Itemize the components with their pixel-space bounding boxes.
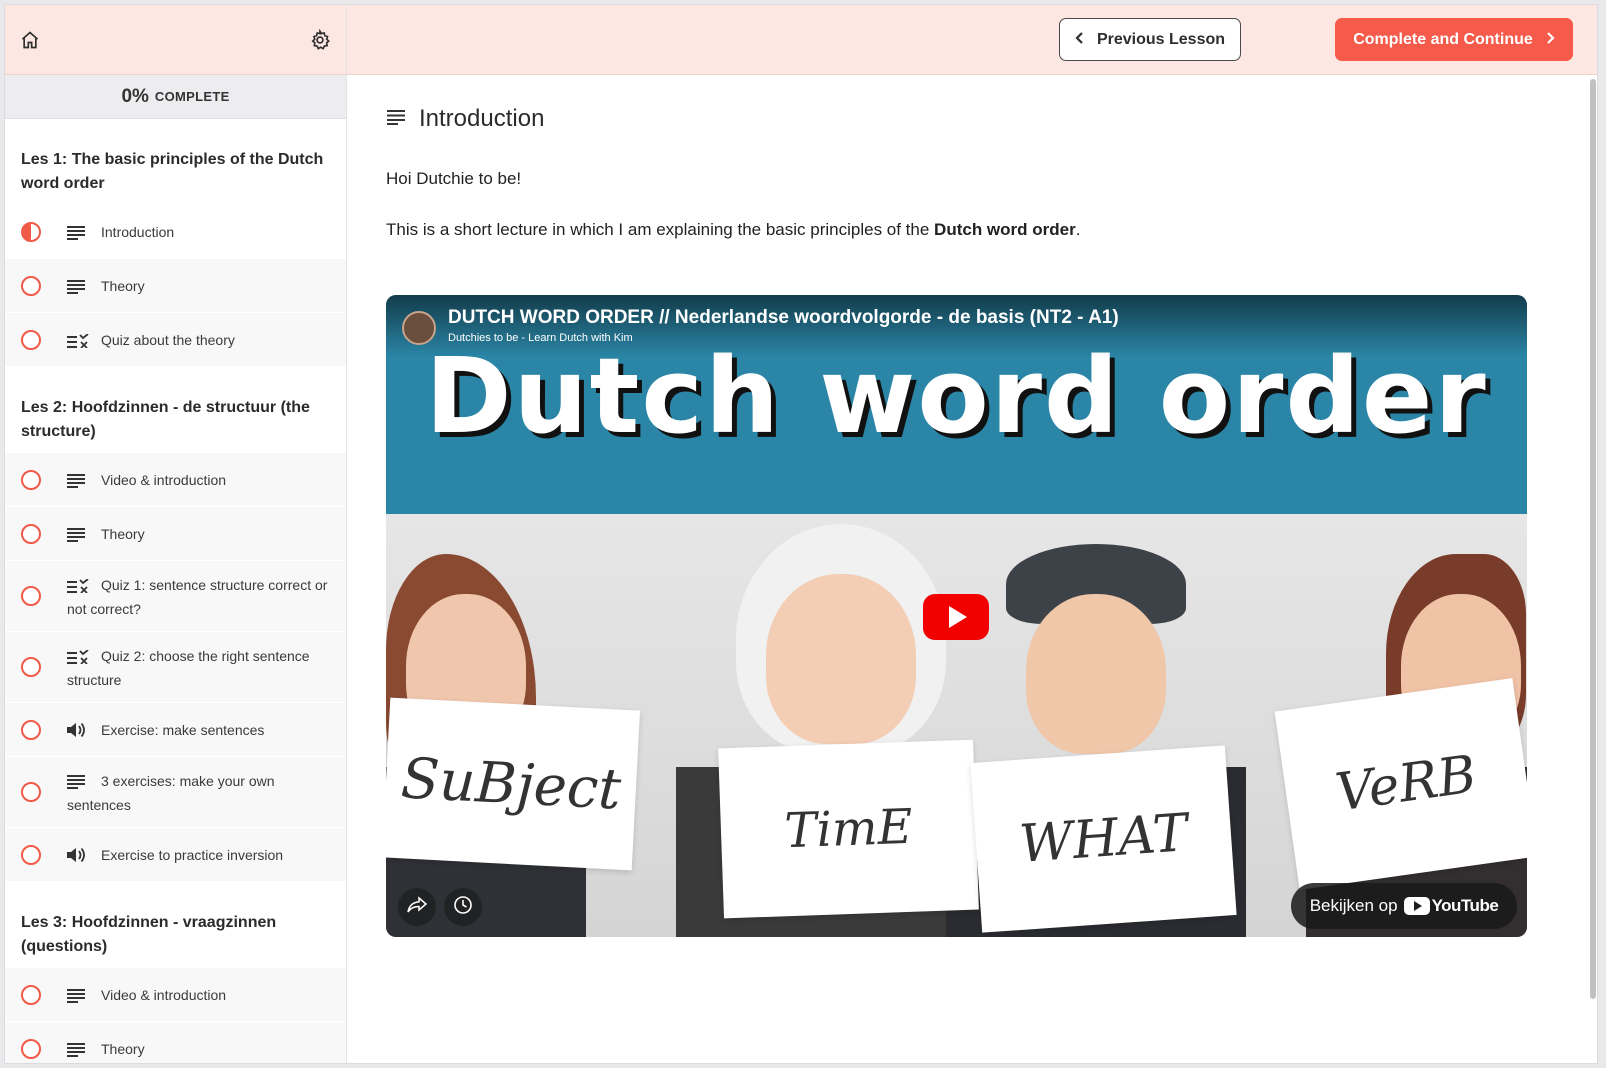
lesson-item-video-introduction[interactable]: Video & introduction [5, 453, 346, 507]
lesson-topbar: Previous Lesson Complete and Continue [347, 5, 1597, 75]
lesson-description: This is a short lecture in which I am ex… [386, 220, 1080, 240]
lesson-item-quiz-1[interactable]: Quiz 1: sentence structure correct or no… [5, 561, 346, 632]
lesson-label: Theory [101, 278, 145, 294]
youtube-play-icon [1403, 897, 1430, 915]
sign-subject: SuBject [386, 697, 641, 871]
lesson-label: 3 exercises: make your own sentences [67, 773, 275, 813]
youtube-brand-text: YouTube [1431, 896, 1499, 915]
description-bold: Dutch word order [934, 220, 1076, 239]
progress-circle-icon [21, 469, 41, 490]
speaker-icon [67, 721, 91, 738]
youtube-video-embed[interactable]: Dutch word order DUTCH WORD ORDER // Ned… [386, 295, 1527, 937]
lesson-item-theory[interactable]: Theory [5, 259, 346, 313]
sign-what: WHAT [970, 745, 1237, 933]
progress-circle-icon [21, 1038, 41, 1059]
lesson-label: Introduction [101, 224, 175, 240]
lesson-label: Exercise to practice inversion [101, 847, 284, 863]
previous-lesson-label: Previous Lesson [1096, 30, 1226, 48]
app-frame: 0% COMPLETE Les 1: The basic principles … [4, 4, 1598, 1064]
progress-circle-icon [21, 221, 41, 242]
watch-on-youtube-button[interactable]: Bekijken op YouTube [1291, 883, 1517, 929]
chevron-left-icon [1075, 31, 1085, 49]
sidebar-header [5, 5, 346, 75]
page-scrollbar[interactable] [1590, 79, 1596, 999]
text-lines-icon [67, 277, 91, 294]
play-icon [949, 606, 967, 628]
progress-circle-icon [21, 719, 41, 740]
progress-circle-icon [21, 657, 41, 677]
play-button[interactable] [923, 594, 989, 640]
progress-circle-icon [21, 984, 41, 1005]
progress-label: COMPLETE [154, 89, 230, 104]
lesson-label: Video & introduction [101, 472, 227, 488]
person-figure [766, 574, 916, 744]
lesson-header: Introduction [387, 105, 544, 133]
greeting-text: Hoi Dutchie to be! [386, 169, 522, 188]
channel-avatar[interactable] [402, 311, 436, 345]
section-title: Les 2: Hoofdzinnen - de structuur (the s… [5, 367, 346, 453]
watch-later-button[interactable] [444, 888, 482, 926]
complete-and-continue-button[interactable]: Complete and Continue [1335, 18, 1573, 61]
youtube-logo: YouTube [1403, 896, 1499, 916]
course-progress: 0% COMPLETE [5, 75, 346, 119]
video-thumbnail-scene: SuBject TimE WHAT VeRB [386, 514, 1527, 937]
lesson-item-introduction[interactable]: Introduction [5, 205, 346, 259]
progress-percent: 0% [121, 85, 149, 107]
lesson-item-3-exercises[interactable]: 3 exercises: make your own sentences [5, 757, 346, 828]
lesson-item-theory[interactable]: Theory [5, 1022, 346, 1063]
lesson-label: Quiz 2: choose the right sentence struct… [67, 648, 310, 688]
text-lines-icon [67, 772, 91, 789]
course-sidebar: 0% COMPLETE Les 1: The basic principles … [5, 5, 347, 1063]
sign-verb: VeRB [1274, 678, 1527, 890]
progress-circle-icon [21, 275, 41, 296]
lesson-title: Introduction [419, 105, 545, 132]
previous-lesson-button[interactable]: Previous Lesson [1059, 18, 1241, 61]
lesson-label: Theory [101, 1041, 145, 1057]
quiz-icon [67, 576, 91, 594]
quiz-icon [67, 331, 91, 349]
sign-time: TimE [718, 739, 979, 919]
gear-icon[interactable] [307, 27, 333, 53]
share-icon [407, 895, 428, 919]
section-title: Les 3: Hoofdzinnen - vraagzinnen (questi… [5, 882, 346, 968]
video-channel[interactable]: Dutchies to be - Learn Dutch with Kim [448, 332, 633, 344]
person-figure [1026, 594, 1166, 754]
lesson-item-theory[interactable]: Theory [5, 507, 346, 561]
video-title[interactable]: DUTCH WORD ORDER // Nederlandse woordvol… [448, 307, 1119, 329]
progress-circle-icon [21, 782, 41, 802]
lesson-label: Quiz about the theory [101, 332, 235, 348]
lesson-item-quiz[interactable]: Quiz about the theory [5, 313, 346, 367]
watch-on-label: Bekijken op [1309, 896, 1398, 915]
lesson-label: Video & introduction [101, 987, 227, 1003]
description-end: . [1075, 220, 1081, 239]
complete-and-continue-label: Complete and Continue [1353, 30, 1533, 48]
description-text: This is a short lecture in which I am ex… [386, 220, 935, 239]
share-button[interactable] [398, 888, 436, 926]
text-lines-icon [67, 223, 91, 240]
chevron-right-icon [1545, 31, 1555, 49]
lesson-item-video-introduction[interactable]: Video & introduction [5, 968, 346, 1022]
lesson-item-quiz-2[interactable]: Quiz 2: choose the right sentence struct… [5, 632, 346, 703]
lesson-content: Introduction Hoi Dutchie to be! This is … [347, 75, 1597, 1063]
quiz-icon [67, 647, 91, 665]
clock-icon [453, 895, 473, 920]
text-lines-icon [387, 109, 405, 130]
section-title: Les 1: The basic principles of the Dutch… [5, 119, 346, 205]
text-lines-icon [67, 986, 91, 1003]
progress-circle-icon [21, 844, 41, 865]
lesson-label: Theory [101, 526, 145, 542]
progress-circle-icon [21, 586, 41, 606]
progress-circle-icon [21, 329, 41, 350]
text-lines-icon [67, 1040, 91, 1057]
speaker-icon [67, 846, 91, 863]
text-lines-icon [67, 525, 91, 542]
lesson-label: Quiz 1: sentence structure correct or no… [67, 577, 328, 617]
text-lines-icon [67, 471, 91, 488]
progress-circle-icon [21, 523, 41, 544]
lesson-item-exercise-inversion[interactable]: Exercise to practice inversion [5, 828, 346, 882]
home-icon[interactable] [17, 27, 43, 53]
lesson-label: Exercise: make sentences [101, 722, 265, 738]
lesson-item-exercise-make-sentences[interactable]: Exercise: make sentences [5, 703, 346, 757]
